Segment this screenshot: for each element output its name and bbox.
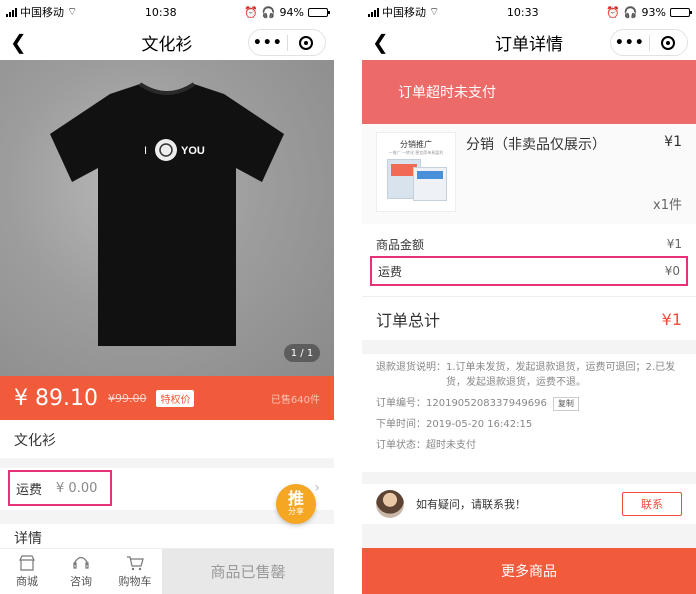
store-icon xyxy=(19,554,35,571)
order-info: 退款退货说明： 1.订单未发货，发起退款退货，运费可退回；2.已发货，发起退款退… xyxy=(362,354,696,472)
wifi-icon: ⌔ xyxy=(67,5,78,18)
bottom-bar: 商城 咨询 购物车 商品已售罄 xyxy=(0,548,334,594)
shipping-label: 运费 xyxy=(378,264,403,279)
more-products-button[interactable]: 更多商品 xyxy=(362,548,696,594)
copy-button[interactable]: 复制 xyxy=(552,396,579,411)
shirt-text-right: YOU xyxy=(181,145,205,157)
current-price: ¥ 89.10 xyxy=(14,385,98,411)
tshirt-image: I YOU xyxy=(50,82,284,346)
image-pager: 1 / 1 xyxy=(284,344,320,362)
nav-bar: ❮ 文化衫 ••• xyxy=(0,24,334,60)
order-total-label: 订单总计 xyxy=(376,311,441,330)
promote-share-button[interactable]: 推 分享 xyxy=(276,484,316,524)
wifi-icon: ⌔ xyxy=(429,5,440,18)
thumb-title: 分销推广 xyxy=(400,140,432,149)
status-bar: 中国移动 ⌔ 10:33 ⏰ 🎧 93% xyxy=(362,0,696,24)
product-screen: 中国移动 ⌔ 10:38 ⏰ 🎧 94% ❮ 文化衫 ••• I YOU 1 /… xyxy=(0,0,334,594)
privilege-price-badge: 特权价 xyxy=(156,389,195,407)
headphone-icon: 🎧 xyxy=(261,5,276,19)
nav-bar: ❮ 订单详情 ••• xyxy=(362,24,696,60)
consult-label: 咨询 xyxy=(70,574,92,588)
promote-label: 推 xyxy=(287,489,304,508)
avatar xyxy=(376,490,404,518)
thumb-subtitle: 一推广 一转化 便宜简单易盈利 xyxy=(388,150,444,155)
battery-icon xyxy=(670,7,692,17)
order-time: 下单时间：2019-05-20 16:42:15 xyxy=(376,419,533,430)
contact-row: 如有疑问，请联系我！ 联系 xyxy=(362,484,696,524)
mini-program-capsule: ••• xyxy=(248,29,326,56)
page-title: 文化衫 xyxy=(141,34,193,55)
order-status-banner: 订单超时未支付 xyxy=(362,60,696,124)
goods-amount-label: 商品金额 xyxy=(376,237,425,252)
shipping-highlight: 运费 ¥ 0.00 xyxy=(8,470,112,506)
goods-amount-value: ¥1 xyxy=(666,237,682,251)
battery-percent: 94% xyxy=(279,5,304,19)
back-icon[interactable]: ❮ xyxy=(10,30,27,54)
store-button[interactable]: 商城 xyxy=(0,549,54,594)
chevron-right-icon: › xyxy=(314,480,320,496)
shirt-text-left: I xyxy=(144,145,147,157)
cart-button[interactable]: 购物车 xyxy=(108,549,162,594)
order-detail-screen: 中国移动 ⌔ 10:33 ⏰ 🎧 93% ❮ 订单详情 ••• 订单超时未支付 … xyxy=(362,0,696,594)
product-name: 分销（非卖品仅展示） xyxy=(466,137,606,153)
product-quantity: x1件 xyxy=(653,198,682,213)
sold-count: 已售640件 xyxy=(270,394,320,406)
product-name: 文化衫 xyxy=(0,420,334,458)
refund-text: 1.订单未发货，发起退款退货，运费可退回；2.已发货，发起退款退货，运费不退。 xyxy=(446,362,676,388)
order-total-row: 订单总计 ¥1 xyxy=(362,298,696,340)
signal-icon xyxy=(368,7,379,17)
order-total-value: ¥1 xyxy=(661,309,682,329)
signal-icon xyxy=(6,7,17,17)
price-bar: ¥ 89.10 ¥99.00 特权价 已售640件 xyxy=(0,376,334,420)
alarm-icon: ⏰ xyxy=(606,5,620,19)
cart-label: 购物车 xyxy=(118,574,152,588)
contact-button[interactable]: 联系 xyxy=(622,492,682,516)
store-label: 商城 xyxy=(16,574,38,588)
headset-icon xyxy=(73,556,89,569)
more-icon[interactable]: ••• xyxy=(611,35,649,51)
back-icon[interactable]: ❮ xyxy=(372,30,389,54)
battery-icon xyxy=(308,7,330,17)
order-status: 订单状态：超时未支付 xyxy=(376,440,476,451)
battery-percent: 93% xyxy=(641,5,666,19)
product-price: ¥1 xyxy=(664,134,682,150)
product-image[interactable]: I YOU 1 / 1 xyxy=(0,60,334,376)
clock: 10:38 xyxy=(144,5,177,19)
shipping-value: ¥0 xyxy=(664,264,680,278)
consult-button[interactable]: 咨询 xyxy=(54,549,108,594)
alarm-icon: ⏰ xyxy=(244,5,258,19)
page-title: 订单详情 xyxy=(495,34,563,55)
clock: 10:33 xyxy=(506,5,539,19)
order-number: 订单编号：1201905208337949696 xyxy=(376,398,547,409)
product-thumbnail: 分销推广 一推广 一转化 便宜简单易盈利 xyxy=(376,132,456,212)
headphone-icon: 🎧 xyxy=(623,5,638,19)
shipping-highlight: 运费 ¥0 xyxy=(370,256,688,286)
close-miniprogram-icon[interactable] xyxy=(288,35,326,50)
order-product[interactable]: 分销推广 一推广 一转化 便宜简单易盈利 分销（非卖品仅展示） ¥1 x1件 xyxy=(362,124,696,224)
close-miniprogram-icon[interactable] xyxy=(650,35,688,50)
contact-question: 如有疑问，请联系我！ xyxy=(416,498,526,511)
details-label: 详情 xyxy=(0,524,334,548)
shipping-value: ¥ 0.00 xyxy=(56,480,98,496)
mini-program-capsule: ••• xyxy=(610,29,688,56)
status-bar: 中国移动 ⌔ 10:38 ⏰ 🎧 94% xyxy=(0,0,334,24)
carrier-label: 中国移动 xyxy=(20,6,64,19)
more-icon[interactable]: ••• xyxy=(249,35,287,51)
carrier-label: 中国移动 xyxy=(382,6,426,19)
cart-icon xyxy=(127,555,144,570)
sold-out-button[interactable]: 商品已售罄 xyxy=(162,549,334,594)
original-price: ¥99.00 xyxy=(107,391,147,405)
refund-label: 退款退货说明： xyxy=(376,362,446,373)
goods-amount-row: 商品金额 ¥1 xyxy=(362,230,696,258)
shipping-label: 运费 xyxy=(16,482,43,498)
share-label: 分享 xyxy=(288,507,304,516)
